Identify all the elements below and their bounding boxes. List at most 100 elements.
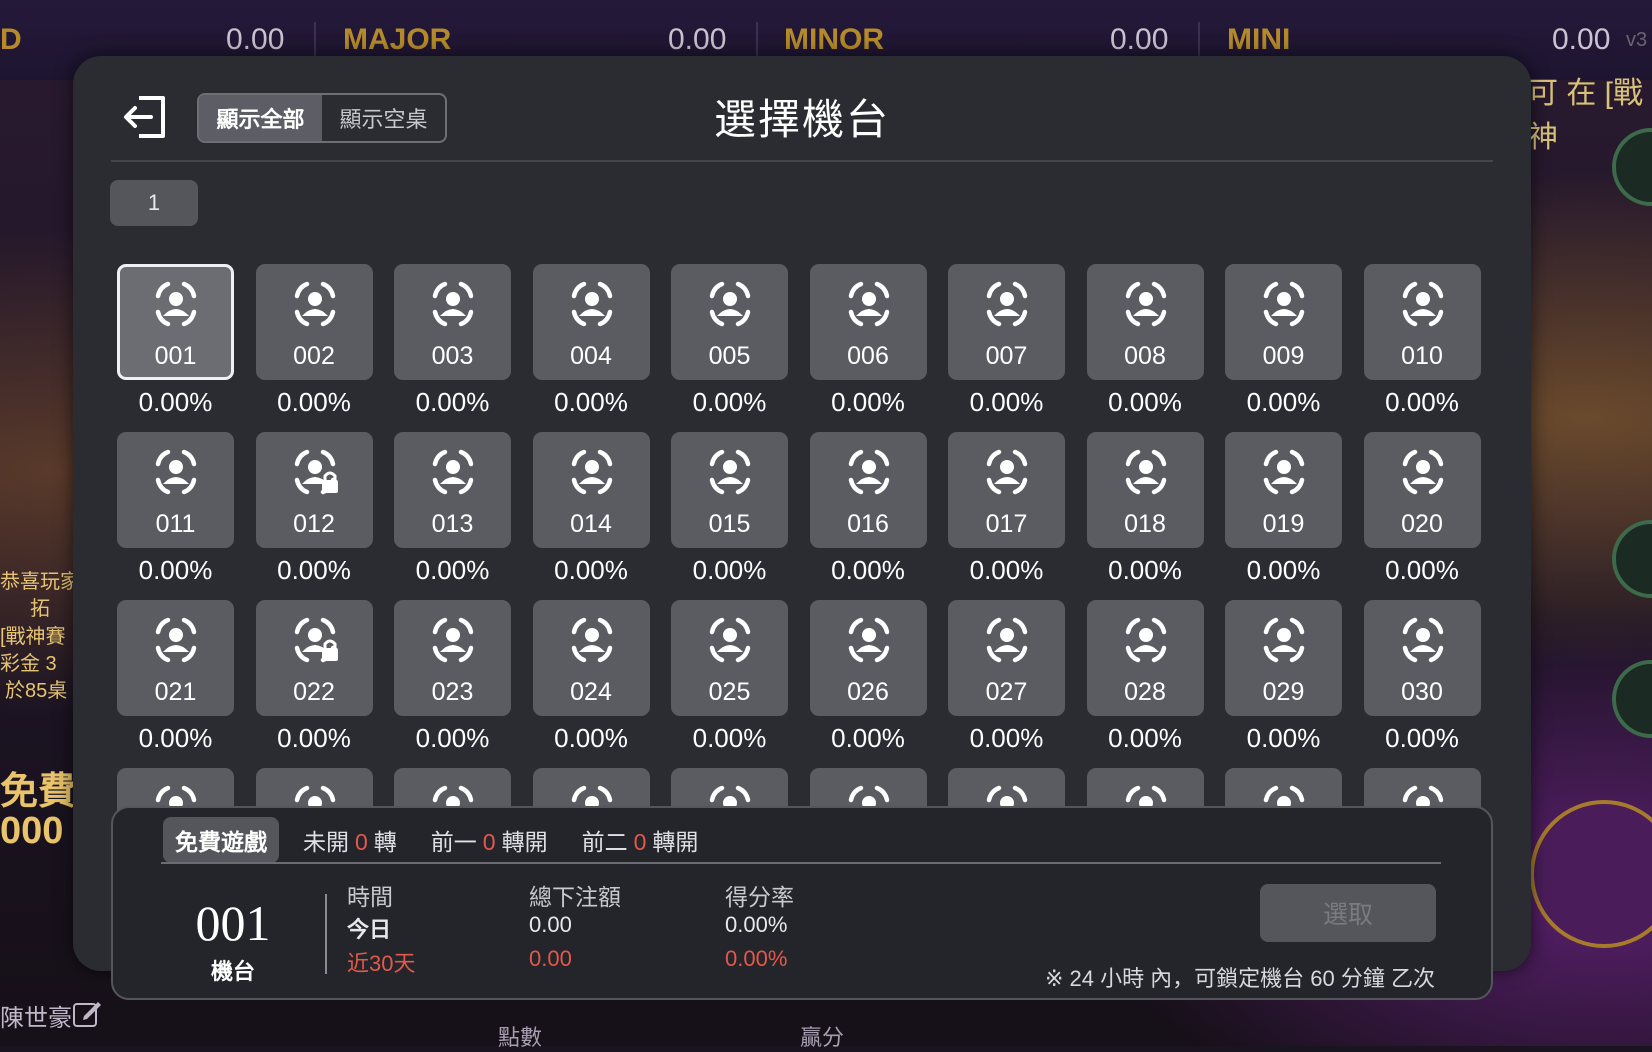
panel-divider [161,862,1441,864]
machine-score-rate: 0.00% [138,387,213,417]
machine-card[interactable]: 007 0.00% [948,264,1065,418]
machine-number: 009 [1262,342,1305,370]
machine-card[interactable]: 008 0.00% [1086,264,1204,418]
machine-number: 005 [708,342,751,370]
30-days-score-rate: 0.00% [725,946,788,971]
tab-previous-1[interactable]: 前一 0 轉開 [431,823,548,857]
machine-tile[interactable]: 011 [117,432,234,548]
machine-tile[interactable]: 022 [255,600,373,716]
machine-card[interactable]: 011 0.00% [117,432,234,586]
machine-tile[interactable]: 002 [255,264,373,380]
machine-tile[interactable]: 018 [1086,432,1204,548]
machine-tile[interactable]: 004 [532,264,650,380]
face-scan-icon [848,617,889,663]
machine-tile[interactable]: 008 [1086,264,1204,380]
machine-number: 030 [1401,678,1443,706]
lock-notice: ※ 24 小時 內，可鎖定機台 60 分鐘 乙次 [1044,966,1435,991]
face-scan-icon [709,449,751,495]
face-scan-icon [1402,281,1443,327]
title-divider [111,160,1493,162]
machine-number: 024 [570,678,612,706]
machine-number: 016 [847,510,889,538]
machine-score-rate: 0.00% [415,723,490,753]
machine-card[interactable]: 001 0.00% [117,264,234,418]
machine-card[interactable]: 016 0.00% [809,432,927,586]
machine-tile[interactable]: 001 [117,264,234,380]
machine-tile[interactable]: 029 [1225,600,1342,716]
machine-tile[interactable]: 003 [394,264,511,380]
detail-tabs: 免費遊戲 未開 0 轉 前一 0 轉開 前二 0 轉開 [163,817,732,863]
machine-tile[interactable]: 020 [1363,432,1481,548]
machine-card[interactable]: 018 0.00% [1086,432,1204,586]
machine-score-rate: 0.00% [138,555,213,585]
col-header-total-bet: 總下注額 [529,884,621,910]
machine-card[interactable]: 024 0.00% [532,600,650,754]
machine-card[interactable]: 026 0.00% [809,600,927,754]
machine-score-rate: 0.00% [692,555,767,585]
face-scan-icon [294,449,338,495]
machine-tile[interactable]: 025 [671,600,788,716]
tab-label: 前一 [430,829,477,855]
machine-tile[interactable]: 021 [117,600,234,716]
machine-card[interactable]: 019 0.00% [1225,432,1342,586]
machine-card[interactable]: 002 0.00% [255,264,373,418]
face-scan-icon [155,281,197,327]
machine-tile[interactable]: 023 [394,600,511,716]
machine-tile[interactable]: 026 [809,600,927,716]
machine-number: 001 [154,342,197,370]
machine-card[interactable]: 022 0.00% [255,600,373,754]
face-scan-icon [1125,281,1166,327]
machine-card[interactable]: 021 0.00% [117,600,234,754]
machine-tile[interactable]: 006 [809,264,927,380]
machine-tile[interactable]: 005 [671,264,788,380]
machine-tile[interactable]: 027 [948,600,1065,716]
machine-tile[interactable]: 030 [1363,600,1481,716]
machine-card[interactable]: 012 0.00% [255,432,373,586]
machine-card[interactable]: 017 0.00% [948,432,1065,586]
machine-card[interactable]: 025 0.00% [671,600,788,754]
machine-card[interactable]: 020 0.00% [1363,432,1481,586]
machine-tile[interactable]: 017 [948,432,1065,548]
page-button[interactable]: 1 [110,180,198,226]
machine-tile[interactable]: 015 [671,432,788,548]
machine-score-rate: 0.00% [554,555,628,585]
machine-tile[interactable]: 013 [394,432,511,548]
machine-tile[interactable]: 019 [1225,432,1342,548]
face-scan-icon [1263,617,1305,663]
machine-card[interactable]: 023 0.00% [394,600,511,754]
machine-card[interactable]: 015 0.00% [671,432,788,586]
machine-score-rate: 0.00% [969,555,1044,585]
machine-card[interactable]: 013 0.00% [394,432,511,586]
face-scan-icon [986,281,1028,327]
face-scan-icon [155,449,197,495]
machine-card[interactable]: 003 0.00% [394,264,511,418]
machine-card[interactable]: 009 0.00% [1225,264,1342,418]
machine-tile[interactable]: 014 [532,432,650,548]
machine-tile[interactable]: 024 [532,600,650,716]
machine-card[interactable]: 029 0.00% [1225,600,1342,754]
machine-tile[interactable]: 007 [948,264,1065,380]
machine-card[interactable]: 010 0.00% [1363,264,1481,418]
machine-tile[interactable]: 009 [1225,264,1342,380]
machine-tile[interactable]: 012 [255,432,373,548]
face-scan-icon [848,281,889,327]
face-scan-icon [848,449,889,495]
tab-label: 未開 [303,829,349,855]
tab-free-game[interactable]: 免費遊戲 [163,817,279,863]
tab-not-opened[interactable]: 未開 0 轉 [303,823,397,857]
machine-card[interactable]: 004 0.00% [532,264,650,418]
machine-card[interactable]: 030 0.00% [1363,600,1481,754]
machine-card[interactable]: 005 0.00% [671,264,788,418]
machine-tile[interactable]: 016 [809,432,927,548]
tab-previous-2[interactable]: 前二 0 轉開 [582,823,699,857]
machine-tile[interactable]: 010 [1363,264,1481,380]
select-button[interactable]: 選取 [1260,884,1436,942]
face-scan-icon [432,281,474,327]
machine-card[interactable]: 028 0.00% [1086,600,1204,754]
machine-card[interactable]: 006 0.00% [809,264,927,418]
edit-icon[interactable] [72,998,102,1028]
machine-score-rate: 0.00% [831,387,905,417]
machine-card[interactable]: 014 0.00% [532,432,650,586]
machine-tile[interactable]: 028 [1086,600,1204,716]
machine-card[interactable]: 027 0.00% [948,600,1065,754]
